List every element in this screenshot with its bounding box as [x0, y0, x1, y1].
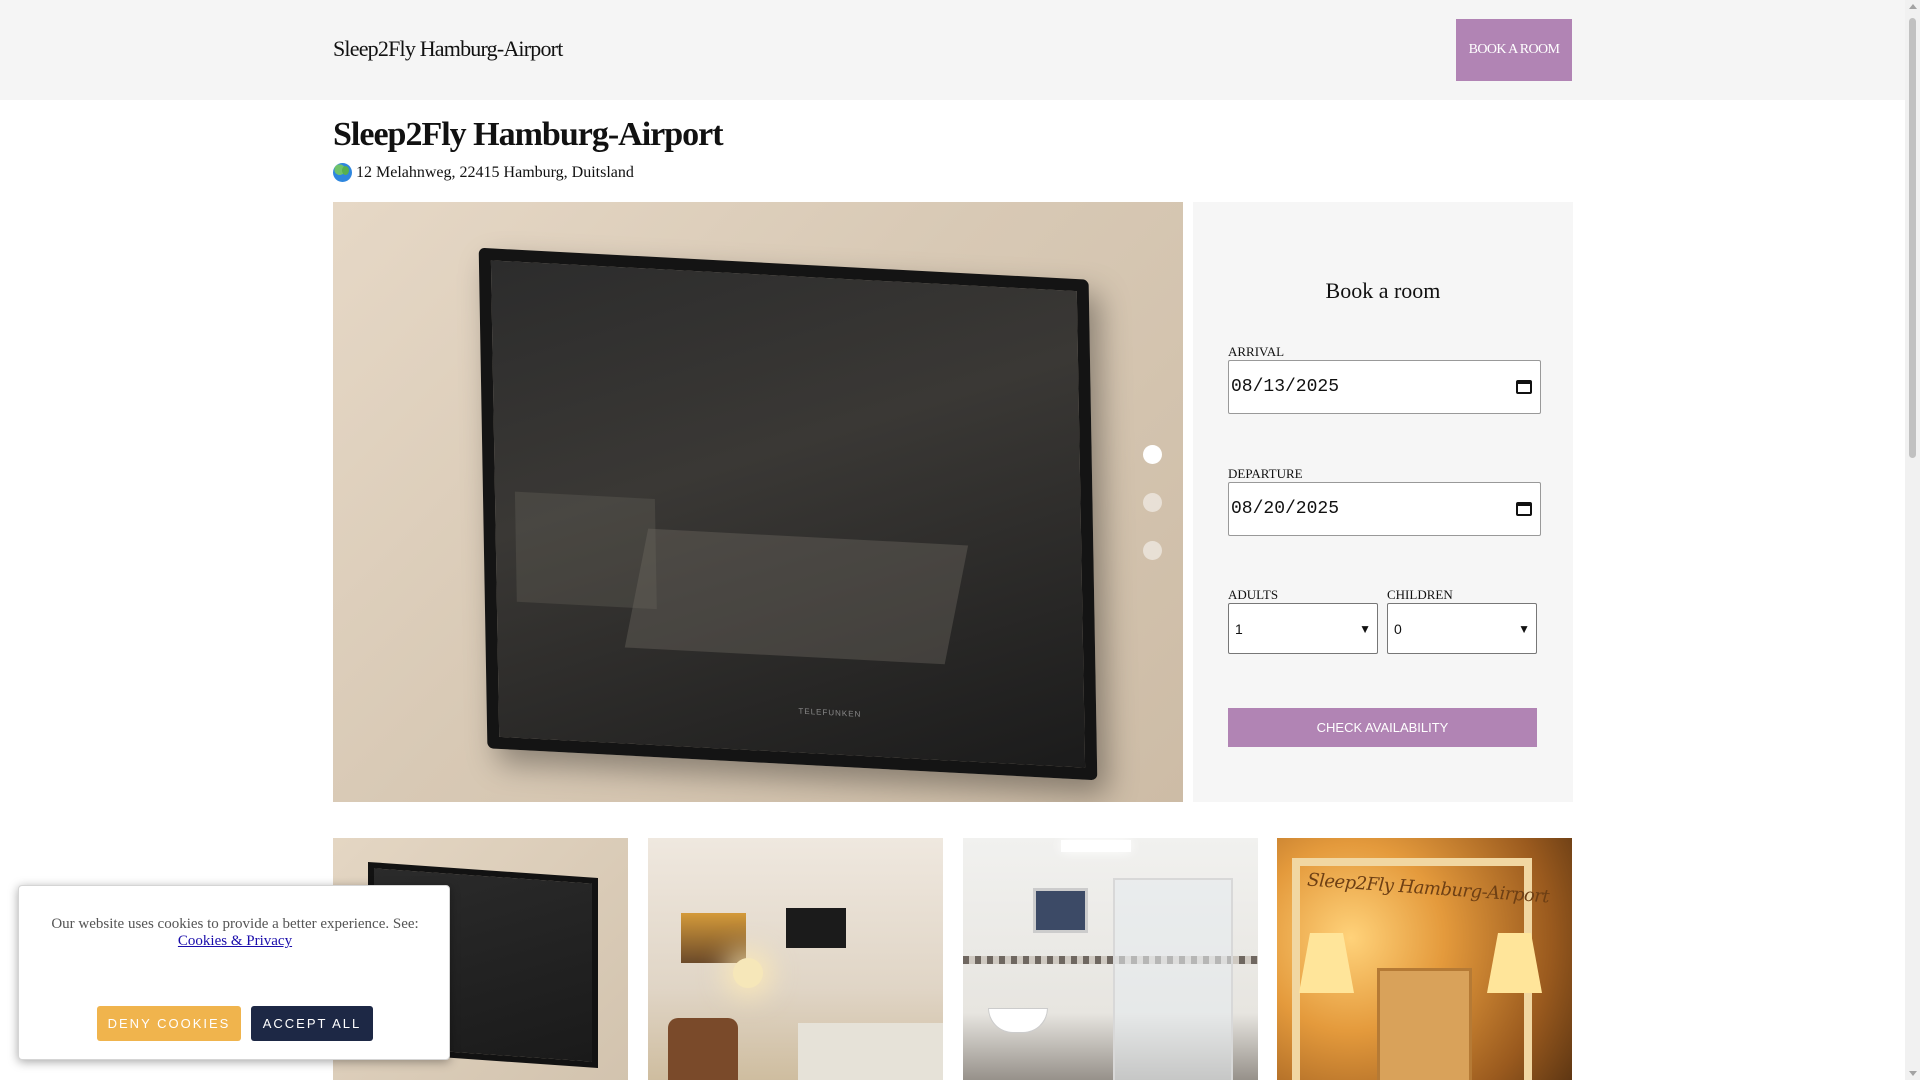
wall-tv [786, 908, 846, 948]
site-header: Sleep2Fly Hamburg-Airport BOOK A ROOM [0, 0, 1905, 100]
arrival-date-value: 08/13/2025 [1231, 377, 1340, 397]
page: Sleep2Fly Hamburg-Airport BOOK A ROOM Sl… [0, 0, 1905, 1080]
bed [798, 1023, 943, 1080]
deny-cookies-button[interactable]: DENY COOKIES [97, 1006, 241, 1041]
arrival-date-input[interactable]: 08/13/2025 [1228, 360, 1541, 414]
slide-dot-3[interactable] [1143, 541, 1162, 560]
bathroom-picture [1033, 888, 1088, 933]
wardrobe-reflection [514, 491, 657, 610]
accept-all-button[interactable]: ACCEPT ALL [251, 1006, 373, 1041]
shower-glass [1113, 878, 1233, 1080]
door [1377, 968, 1472, 1080]
departure-label: DEPARTURE [1228, 466, 1303, 481]
adults-select-value: 1 [1235, 620, 1243, 637]
children-select[interactable]: 0 ▼ [1387, 603, 1537, 654]
calendar-icon[interactable] [1516, 380, 1532, 394]
chevron-down-icon: ▼ [1518, 621, 1530, 636]
tv-brand-label: TELEFUNKEN [798, 706, 862, 719]
booking-panel: Book a room ARRIVAL 08/13/2025 DEPARTURE… [1193, 202, 1573, 802]
adults-select[interactable]: 1 ▼ [1228, 603, 1378, 654]
arrival-label: ARRIVAL [1228, 344, 1285, 359]
site-brand[interactable]: Sleep2Fly Hamburg-Airport [333, 36, 563, 62]
cookie-banner: Our website uses cookies to provide a be… [18, 885, 450, 1060]
scroll-up-arrow-icon[interactable] [1909, 4, 1917, 9]
slide-dot-2[interactable] [1143, 493, 1162, 512]
hotel-address: 12 Melahnweg, 22415 Hamburg, Duitsland [333, 163, 634, 182]
thumbnail-bathroom[interactable] [963, 838, 1258, 1080]
thumbnail-bedroom[interactable] [648, 838, 943, 1080]
slide-dot-1[interactable] [1143, 445, 1162, 464]
scroll-down-arrow-icon[interactable] [1909, 1071, 1917, 1076]
globe-icon [333, 163, 352, 182]
scrollbar-thumb[interactable] [1909, 18, 1916, 458]
page-scrollbar[interactable] [1905, 0, 1920, 1080]
departure-date-value: 08/20/2025 [1231, 499, 1340, 519]
thumbnail-entrance-mirror[interactable]: Sleep2Fly Hamburg-Airport [1277, 838, 1572, 1080]
check-availability-button[interactable]: CHECK AVAILABILITY [1228, 708, 1537, 747]
children-label: CHILDREN [1387, 587, 1453, 602]
ceiling-light [1061, 840, 1131, 852]
hotel-title: Sleep2Fly Hamburg-Airport [333, 116, 724, 153]
bed-reflection [624, 528, 969, 665]
wall-picture [681, 913, 746, 963]
book-a-room-button[interactable]: BOOK A ROOM [1456, 19, 1572, 81]
lamp-glow [733, 958, 763, 988]
chevron-down-icon: ▼ [1359, 621, 1371, 636]
calendar-icon[interactable] [1516, 502, 1532, 516]
sink [988, 1008, 1048, 1033]
cookie-message: Our website uses cookies to provide a be… [51, 916, 419, 932]
cookies-privacy-link[interactable]: Cookies & Privacy [178, 933, 292, 949]
armchair [668, 1018, 738, 1080]
hotel-address-text: 12 Melahnweg, 22415 Hamburg, Duitsland [356, 163, 634, 181]
main-photo-slideshow[interactable]: TELEFUNKEN [333, 202, 1183, 802]
tv-photo: TELEFUNKEN [478, 247, 1098, 781]
booking-title: Book a room [1325, 278, 1441, 303]
departure-date-input[interactable]: 08/20/2025 [1228, 482, 1541, 536]
adults-label: ADULTS [1228, 587, 1279, 602]
children-select-value: 0 [1394, 620, 1402, 637]
cookie-text: Our website uses cookies to provide a be… [39, 916, 431, 950]
